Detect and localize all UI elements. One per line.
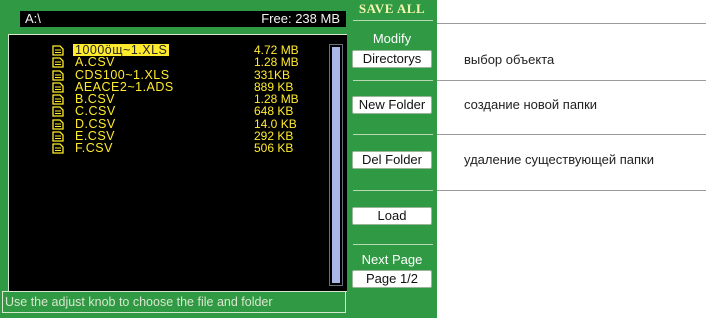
menu-divider (353, 134, 433, 135)
file-icon (52, 94, 64, 105)
file-row[interactable]: F.CSV 506 KB (52, 141, 322, 156)
annotation-line (437, 190, 706, 191)
scrollbar-thumb[interactable] (332, 47, 340, 283)
menu-divider (353, 20, 433, 21)
del-folder-button[interactable]: Del Folder (352, 151, 432, 169)
menu-divider (353, 80, 433, 81)
file-icon (52, 131, 64, 142)
file-list: 1000öщ~1.XLS 4.72 MB A.CSV 1.28 MB CDS100~1.… (52, 44, 322, 155)
next-page-label: Next Page (361, 252, 423, 267)
annotation-line (437, 80, 706, 81)
free-space: Free: 238 MB (261, 11, 340, 26)
hint-bar: Use the adjust knob to choose the file a… (2, 291, 346, 313)
annotation-create-folder: создание новой папки (464, 97, 598, 112)
file-icon (52, 45, 64, 56)
file-row[interactable]: C.CSV 648 KB (52, 104, 322, 119)
file-size: 1.28 MB (254, 55, 299, 70)
file-size: 506 KB (254, 141, 294, 156)
scrollbar[interactable] (329, 44, 343, 286)
file-row[interactable]: A.CSV 1.28 MB (52, 55, 322, 70)
file-icon (52, 82, 64, 93)
menu-title: SAVE ALL (358, 1, 426, 16)
file-name: C.CSV (75, 104, 116, 119)
menu-divider (353, 190, 433, 191)
file-icon (52, 106, 64, 118)
current-path: A:\ (25, 11, 41, 26)
softkey-menu: SAVE ALL Modify Directorys New Folder De… (347, 0, 437, 318)
file-size: 648 KB (254, 104, 294, 119)
file-icon (52, 69, 64, 81)
file-icon (52, 119, 64, 130)
path-bar: A:\ Free: 238 MB (20, 11, 346, 27)
menu-divider (353, 244, 433, 245)
annotation-select-object: выбор объекта (464, 52, 555, 67)
file-name: A.CSV (75, 55, 116, 70)
modify-label: Modify (372, 31, 412, 46)
directorys-button[interactable]: Directorys (352, 50, 432, 68)
annotation-delete-folder: удаление существующей папки (464, 152, 654, 167)
annotation-line (437, 23, 706, 24)
hint-text: Use the adjust knob to choose the file a… (5, 295, 273, 309)
file-icon (52, 57, 64, 68)
file-name: F.CSV (75, 141, 113, 156)
file-icon (52, 143, 64, 155)
annotation-line (437, 134, 706, 135)
load-button[interactable]: Load (352, 207, 432, 225)
new-folder-button[interactable]: New Folder (352, 96, 432, 114)
page-button[interactable]: Page 1/2 (352, 270, 432, 288)
